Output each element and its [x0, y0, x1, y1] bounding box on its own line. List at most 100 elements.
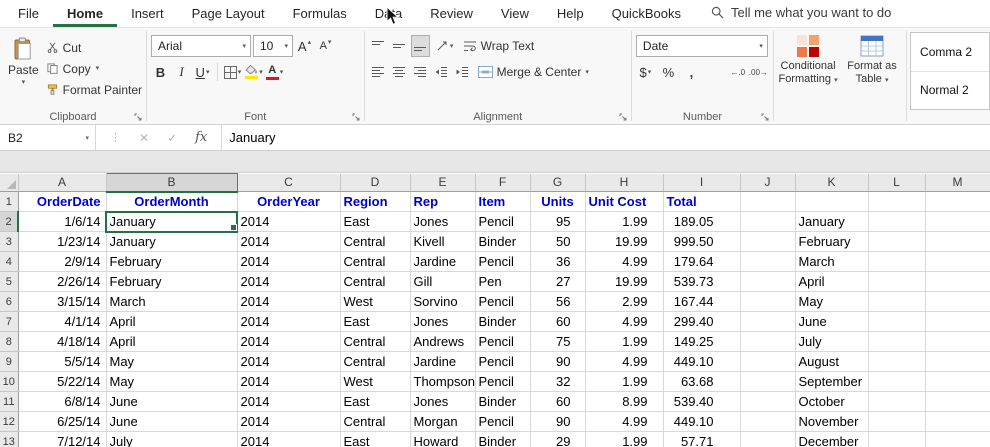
cell-J12[interactable]	[740, 411, 796, 432]
bold-button[interactable]: B	[151, 61, 170, 83]
cell-F12[interactable]: Pencil	[475, 411, 531, 432]
dialog-launcher-icon[interactable]	[134, 113, 142, 121]
decrease-indent-button[interactable]	[432, 61, 451, 83]
cell-A3[interactable]: 1/23/14	[18, 231, 107, 252]
font-color-button[interactable]: A ▾	[265, 61, 284, 83]
col-header-J[interactable]: J	[740, 173, 796, 192]
col-header-K[interactable]: K	[795, 173, 869, 192]
cell-A8[interactable]: 4/18/14	[18, 331, 107, 352]
accounting-format-button[interactable]: $ ▾	[636, 61, 655, 83]
dialog-launcher-icon[interactable]	[352, 113, 360, 121]
cell-F7[interactable]: Binder	[475, 311, 531, 332]
cell-J11[interactable]	[740, 391, 796, 412]
row-header-1[interactable]: 1	[0, 191, 19, 212]
cell-L10[interactable]	[868, 371, 926, 392]
cell-E10[interactable]: Thompson	[410, 371, 476, 392]
col-header-C[interactable]: C	[237, 173, 341, 192]
cell-I8[interactable]: 149.25	[663, 331, 741, 352]
cell-J4[interactable]	[740, 251, 796, 272]
cell-H4[interactable]: 4.99	[585, 251, 664, 272]
cell-E1[interactable]: Rep	[410, 191, 476, 212]
cell-L1[interactable]	[868, 191, 926, 212]
cell-A12[interactable]: 6/25/14	[18, 411, 107, 432]
cell-L13[interactable]	[868, 431, 926, 447]
cell-J7[interactable]	[740, 311, 796, 332]
cell-I9[interactable]: 449.10	[663, 351, 741, 372]
cell-B4[interactable]: February	[106, 251, 238, 272]
cell-F3[interactable]: Binder	[475, 231, 531, 252]
cell-B7[interactable]: April	[106, 311, 238, 332]
font-name-combo[interactable]: Arial ▾	[151, 35, 251, 57]
cell-F13[interactable]: Binder	[475, 431, 531, 447]
cell-M1[interactable]	[925, 191, 990, 212]
cell-A4[interactable]: 2/9/14	[18, 251, 107, 272]
cell-I12[interactable]: 449.10	[663, 411, 741, 432]
cell-G8[interactable]: 75	[530, 331, 586, 352]
paste-button[interactable]: Paste ▾	[4, 32, 43, 108]
cell-C13[interactable]: 2014	[237, 431, 341, 447]
row-header-8[interactable]: 8	[0, 331, 19, 352]
tab-page-layout[interactable]: Page Layout	[178, 0, 279, 27]
cell-B13[interactable]: July	[106, 431, 238, 447]
cell-F6[interactable]: Pencil	[475, 291, 531, 312]
cell-B8[interactable]: April	[106, 331, 238, 352]
cell-K9[interactable]: August	[795, 351, 869, 372]
cell-M12[interactable]	[925, 411, 990, 432]
formula-input[interactable]: January	[222, 125, 275, 150]
cell-C1[interactable]: OrderYear	[237, 191, 341, 212]
cell-C10[interactable]: 2014	[237, 371, 341, 392]
tab-home[interactable]: Home	[52, 0, 118, 27]
cell-G4[interactable]: 36	[530, 251, 586, 272]
cell-I13[interactable]: 57.71	[663, 431, 741, 447]
cell-H2[interactable]: 1.99	[585, 211, 664, 232]
borders-button[interactable]: ▾	[223, 61, 242, 83]
cell-I11[interactable]: 539.40	[663, 391, 741, 412]
cell-A5[interactable]: 2/26/14	[18, 271, 107, 292]
align-right-button[interactable]	[411, 61, 430, 83]
center-button[interactable]	[390, 61, 409, 83]
cell-M11[interactable]	[925, 391, 990, 412]
cell-C2[interactable]: 2014	[237, 211, 341, 232]
cell-H12[interactable]: 4.99	[585, 411, 664, 432]
cell-I10[interactable]: 63.68	[663, 371, 741, 392]
cell-K12[interactable]: November	[795, 411, 869, 432]
cell-H10[interactable]: 1.99	[585, 371, 664, 392]
cell-J3[interactable]	[740, 231, 796, 252]
row-header-10[interactable]: 10	[0, 371, 19, 392]
cell-J1[interactable]	[740, 191, 796, 212]
cell-M7[interactable]	[925, 311, 990, 332]
cell-J5[interactable]	[740, 271, 796, 292]
cell-G5[interactable]: 27	[530, 271, 586, 292]
row-header-12[interactable]: 12	[0, 411, 19, 432]
cell-B5[interactable]: February	[106, 271, 238, 292]
cell-C7[interactable]: 2014	[237, 311, 341, 332]
cell-K5[interactable]: April	[795, 271, 869, 292]
col-header-F[interactable]: F	[475, 173, 531, 192]
tell-me-search[interactable]: Tell me what you want to do	[711, 5, 891, 27]
cell-E13[interactable]: Howard	[410, 431, 476, 447]
cell-H1[interactable]: Unit Cost	[585, 191, 664, 212]
cell-L8[interactable]	[868, 331, 926, 352]
cell-K6[interactable]: May	[795, 291, 869, 312]
cell-F4[interactable]: Pencil	[475, 251, 531, 272]
cell-D6[interactable]: West	[340, 291, 411, 312]
align-left-button[interactable]	[369, 61, 388, 83]
tab-file[interactable]: File	[4, 0, 53, 27]
cell-F10[interactable]: Pencil	[475, 371, 531, 392]
cell-D1[interactable]: Region	[340, 191, 411, 212]
underline-button[interactable]: U ▾	[193, 61, 212, 83]
cell-E12[interactable]: Morgan	[410, 411, 476, 432]
decrease-decimal-button[interactable]: .00→	[749, 61, 768, 83]
name-box[interactable]: B2 ▾	[0, 125, 96, 150]
cell-J13[interactable]	[740, 431, 796, 447]
cell-E8[interactable]: Andrews	[410, 331, 476, 352]
tab-view[interactable]: View	[487, 0, 543, 27]
col-header-B[interactable]: B	[105, 173, 238, 193]
font-size-combo[interactable]: 10 ▾	[253, 35, 293, 57]
wrap-text-button[interactable]: Wrap Text	[460, 35, 539, 57]
cell-E6[interactable]: Sorvino	[410, 291, 476, 312]
cell-B6[interactable]: March	[106, 291, 238, 312]
row-header-11[interactable]: 11	[0, 391, 19, 412]
cell-D13[interactable]: East	[340, 431, 411, 447]
col-header-I[interactable]: I	[663, 173, 741, 192]
